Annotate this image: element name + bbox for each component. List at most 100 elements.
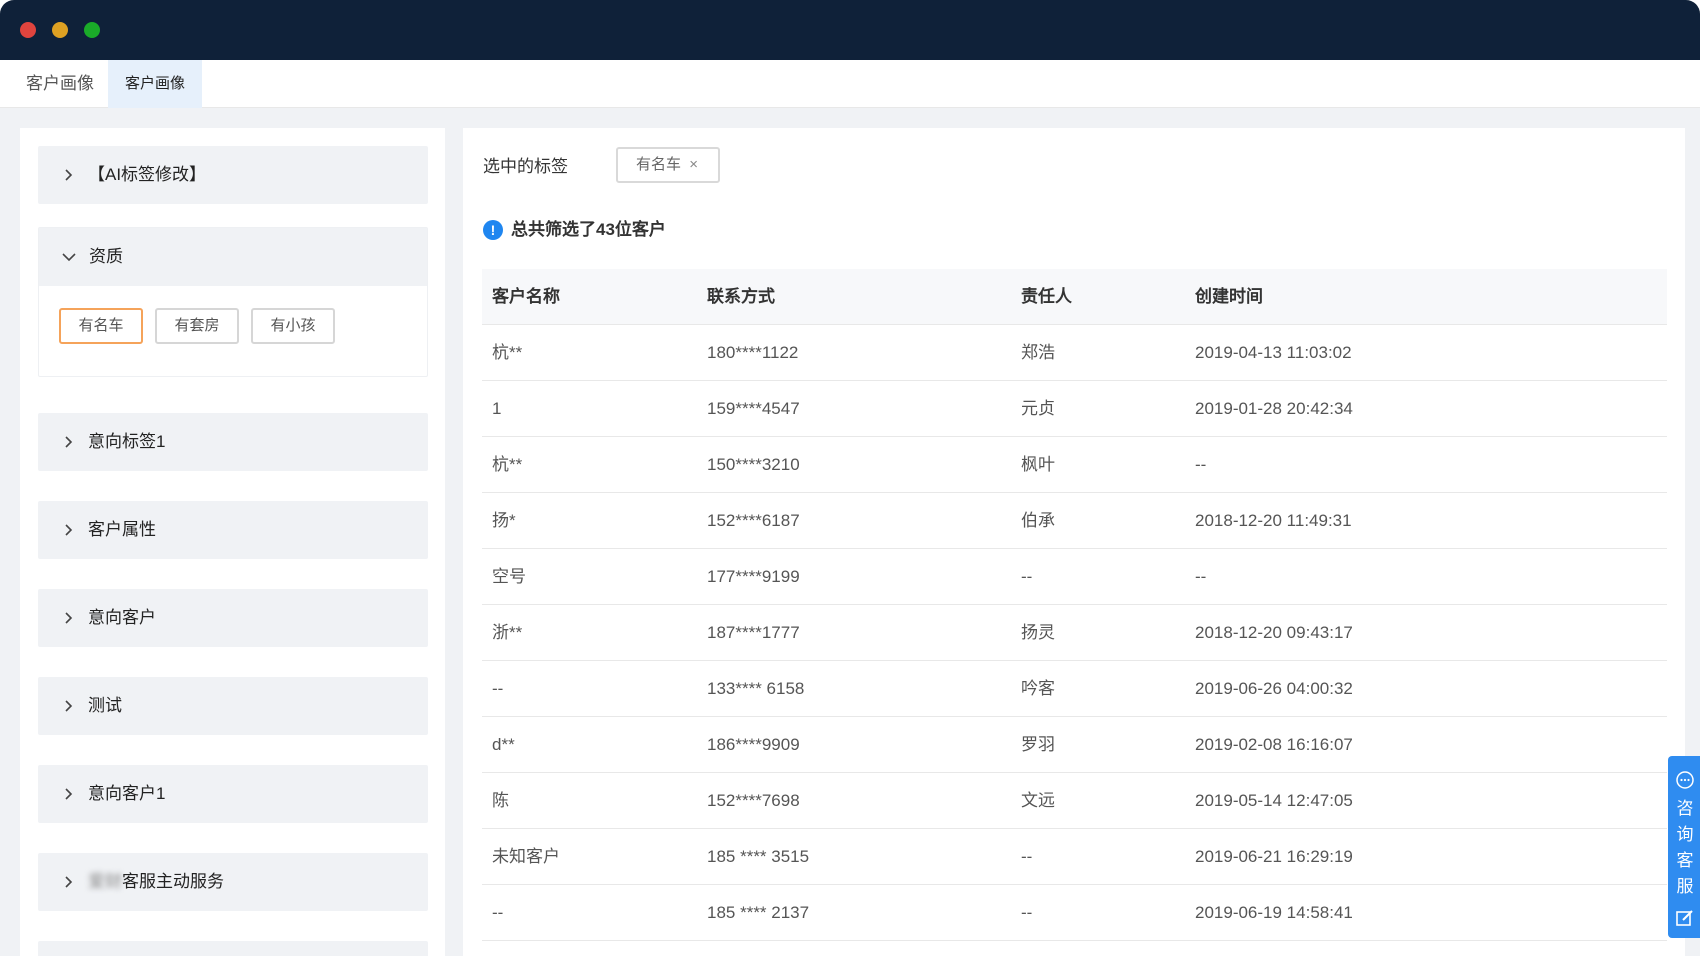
selected-tag-text: 有名车 [636, 156, 682, 173]
tag-category-panel: 【AI标签修改】 资质 有名车 有套房 有小孩 意向标签1 客户属性 意向客户 … [20, 128, 445, 956]
cell-owner: 文远 [1021, 791, 1055, 810]
cell-customer-name: 扬* [492, 511, 516, 530]
chevron-right-icon [58, 165, 78, 185]
table-row[interactable]: 杭** 180****1122 郑浩 2019-04-13 11:03:02 [482, 325, 1667, 381]
category-label: 【AI标签修改】 [88, 165, 207, 184]
filter-summary-text: 总共筛选了43位客户 [511, 220, 666, 239]
category-test[interactable]: 测试 [38, 677, 428, 735]
cell-created-time: 2019-05-14 12:47:05 [1195, 791, 1353, 810]
category-proactive-service[interactable]: 爱财客服主动服务 [38, 853, 428, 911]
cell-owner: -- [1021, 567, 1033, 586]
tab-customer-portrait-1[interactable]: 客户画像 [8, 60, 112, 108]
cell-owner: -- [1021, 903, 1033, 922]
category-ai-tag-edit[interactable]: 【AI标签修改】 [38, 146, 428, 204]
chat-icon [1676, 771, 1694, 789]
cell-contact: 185 **** 2137 [707, 903, 810, 922]
cell-contact: 152****6187 [707, 511, 800, 530]
close-icon[interactable]: × [689, 149, 698, 181]
cell-contact: 186****9909 [707, 735, 800, 754]
category-label: 资质 [89, 247, 123, 266]
cell-created-time: 2018-12-20 09:43:17 [1195, 623, 1353, 642]
cell-customer-name: 陈 [492, 791, 509, 810]
table-row[interactable]: 杭** 150****3210 枫叶 -- [482, 437, 1667, 493]
cell-customer-name: 空号 [492, 567, 526, 586]
column-header-created[interactable]: 创建时间 [1195, 269, 1263, 325]
cell-contact: 150****3210 [707, 455, 800, 474]
table-row[interactable]: 1 159****4547 元贞 2019-01-28 20:42:34 [482, 381, 1667, 437]
table-row[interactable]: 浙** 187****1777 扬灵 2018-12-20 09:43:17 [482, 605, 1667, 661]
category-label-text: 客服主动服务 [122, 872, 224, 891]
category-intent-customer-1[interactable]: 意向客户1 [38, 765, 428, 823]
consult-service-button[interactable]: 咨询客服 [1668, 756, 1700, 938]
cell-customer-name: d** [492, 735, 515, 754]
edit-icon[interactable] [1675, 908, 1695, 928]
tag-option-has-car[interactable]: 有名车 [59, 308, 143, 344]
cell-created-time: -- [1195, 455, 1207, 474]
cell-customer-name: 1 [492, 399, 502, 418]
chevron-down-icon [59, 247, 79, 267]
cell-customer-name: 杭** [492, 455, 523, 474]
cell-contact: 177****9199 [707, 567, 800, 586]
window-maximize-button[interactable] [84, 22, 100, 38]
cell-created-time: 2019-06-21 16:29:19 [1195, 847, 1353, 866]
category-next-partial[interactable] [38, 941, 428, 956]
cell-created-time: 2019-06-26 04:00:32 [1195, 679, 1353, 698]
column-header-name[interactable]: 客户名称 [492, 269, 560, 325]
table-row[interactable]: 陈 152****7698 文远 2019-05-14 12:47:05 [482, 773, 1667, 829]
cell-contact: 152****7698 [707, 791, 800, 810]
category-label: 客户属性 [88, 520, 156, 539]
chevron-right-icon [58, 696, 78, 716]
customer-table: 客户名称 联系方式 责任人 创建时间 杭** 180****1122 郑浩 2019-… [482, 269, 1667, 941]
table-header: 客户名称 联系方式 责任人 创建时间 [482, 269, 1667, 325]
selected-tags-label: 选中的标签 [483, 157, 568, 176]
tag-option-has-child[interactable]: 有小孩 [251, 308, 335, 344]
cell-customer-name: 浙** [492, 623, 523, 642]
cell-owner: 罗羽 [1021, 735, 1055, 754]
table-row[interactable]: d** 186****9909 罗羽 2019-02-08 16:16:07 [482, 717, 1667, 773]
cell-customer-name: 杭** [492, 343, 523, 362]
window-minimize-button[interactable] [52, 22, 68, 38]
table-row[interactable]: 空号 177****9199 -- -- [482, 549, 1667, 605]
cell-customer-name: -- [492, 903, 504, 922]
cell-contact: 180****1122 [707, 343, 799, 362]
column-header-owner[interactable]: 责任人 [1021, 269, 1072, 325]
cell-owner: 郑浩 [1021, 343, 1055, 362]
chevron-right-icon [58, 432, 78, 452]
category-intent-customer[interactable]: 意向客户 [38, 589, 428, 647]
info-icon: ! [483, 220, 503, 240]
category-intent-tag-1[interactable]: 意向标签1 [38, 413, 428, 471]
customer-results-panel: 选中的标签 有名车 × ! 总共筛选了43位客户 客户名称 联系方式 责任人 创… [463, 128, 1685, 956]
category-qualification-header[interactable]: 资质 [39, 228, 427, 286]
table-row[interactable]: 未知客户 185 **** 3515 -- 2019-06-21 16:29:19 [482, 829, 1667, 885]
cell-contact: 185 **** 3515 [707, 847, 810, 866]
cell-customer-name: 未知客户 [492, 847, 560, 866]
category-qualification: 资质 有名车 有套房 有小孩 [38, 227, 428, 377]
category-customer-attributes[interactable]: 客户属性 [38, 501, 428, 559]
tab-bar: 客户画像 客户画像 [0, 60, 1700, 108]
cell-customer-name: -- [492, 679, 504, 698]
table-body: 杭** 180****1122 郑浩 2019-04-13 11:03:02 1 159*… [482, 325, 1667, 941]
window-titlebar [0, 0, 1700, 60]
chevron-right-icon [58, 608, 78, 628]
consult-service-label: 咨询客服 [1676, 799, 1694, 896]
cell-created-time: 2018-12-20 11:49:31 [1195, 511, 1352, 530]
window-close-button[interactable] [20, 22, 36, 38]
cell-contact: 187****1777 [707, 623, 800, 642]
category-label: 意向标签1 [88, 432, 166, 451]
tab-customer-portrait-active[interactable]: 客户画像 [108, 60, 202, 108]
app-window: 客户画像 客户画像 【AI标签修改】 资质 有名车 有套房 有小孩 意向标签1 … [0, 0, 1700, 956]
cell-created-time: 2019-04-13 11:03:02 [1195, 343, 1352, 362]
cell-owner: 扬灵 [1021, 623, 1055, 642]
category-label: 测试 [88, 696, 122, 715]
table-row[interactable]: -- 185 **** 2137 -- 2019-06-19 14:58:41 [482, 885, 1667, 941]
tag-option-has-house[interactable]: 有套房 [155, 308, 239, 344]
table-row[interactable]: -- 133**** 6158 吟客 2019-06-26 04:00:32 [482, 661, 1667, 717]
table-row[interactable]: 扬* 152****6187 伯承 2018-12-20 11:49:31 [482, 493, 1667, 549]
chevron-right-icon [58, 784, 78, 804]
category-label: 意向客户 [88, 608, 156, 627]
category-label: 意向客户1 [88, 784, 166, 803]
cell-created-time: 2019-06-19 14:58:41 [1195, 903, 1353, 922]
column-header-contact[interactable]: 联系方式 [707, 269, 775, 325]
chevron-right-icon [58, 872, 78, 892]
blurred-brand-text: 爱财 [88, 872, 122, 891]
